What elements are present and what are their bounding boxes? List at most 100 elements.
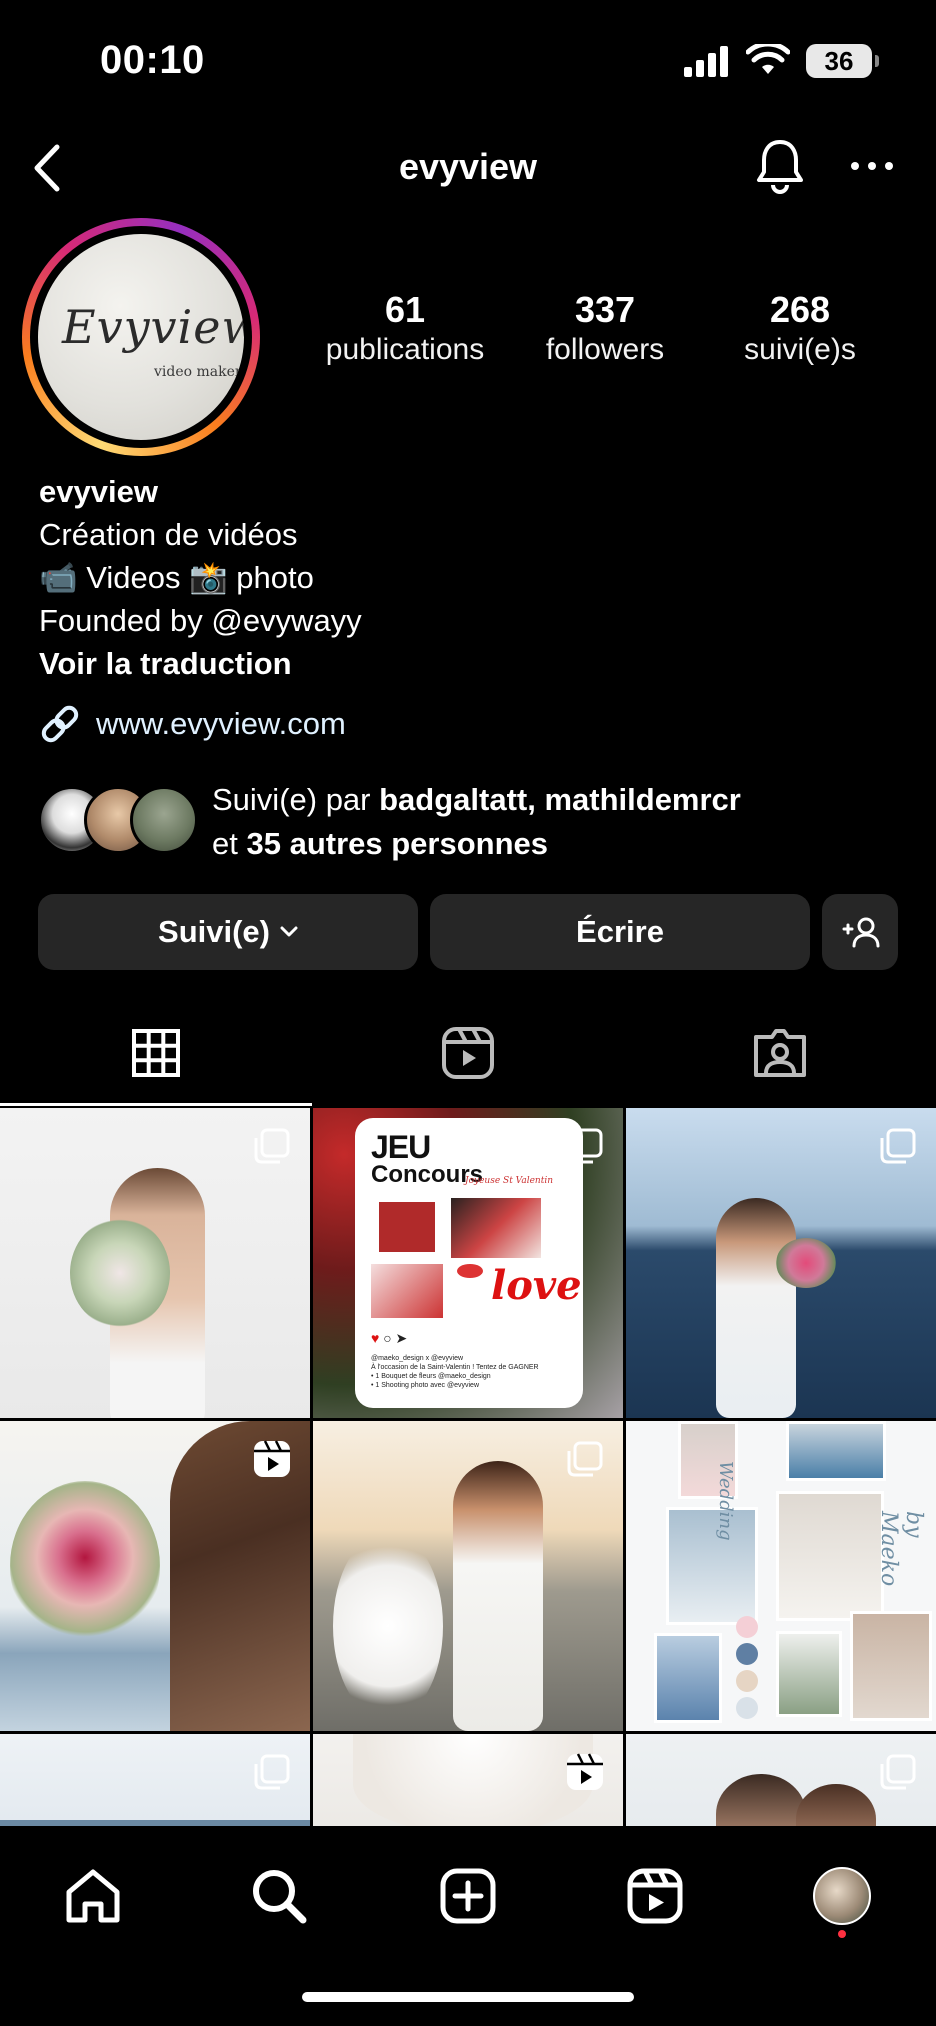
wifi-icon bbox=[746, 44, 790, 74]
following-button[interactable]: Suivi(e) bbox=[38, 894, 418, 970]
notification-dot bbox=[838, 1930, 846, 1938]
photo-subject bbox=[716, 1198, 796, 1418]
post-thumbnail[interactable]: JEU Concours love Joyeuse St Valentin ♥ … bbox=[313, 1108, 623, 1418]
moodboard-photo bbox=[654, 1633, 722, 1723]
avatar bbox=[813, 1867, 871, 1925]
nav-create[interactable] bbox=[418, 1856, 518, 1936]
carousel-icon bbox=[567, 1441, 603, 1477]
avatar-logo: Evyview video maker bbox=[38, 234, 244, 440]
photo-subject bbox=[453, 1461, 543, 1731]
profile-avatar[interactable]: Evyview video maker bbox=[22, 218, 260, 456]
contest-title: JEU bbox=[371, 1129, 431, 1165]
add-user-icon bbox=[842, 917, 880, 948]
cellular-signal-icon bbox=[684, 46, 728, 77]
message-button[interactable]: Écrire bbox=[430, 894, 810, 970]
nav-reels[interactable] bbox=[605, 1856, 705, 1936]
stat-publications[interactable]: 61 publications bbox=[300, 290, 510, 370]
reel-icon bbox=[567, 1753, 603, 1790]
bouquet bbox=[10, 1481, 160, 1651]
mutual-others: 35 autres personnes bbox=[246, 826, 549, 861]
stat-value: 268 bbox=[769, 289, 831, 330]
nav-home[interactable] bbox=[43, 1856, 143, 1936]
bell-icon bbox=[757, 140, 803, 194]
post-thumbnail[interactable] bbox=[0, 1108, 310, 1418]
home-indicator[interactable] bbox=[302, 1992, 634, 2002]
color-swatch bbox=[736, 1670, 758, 1692]
notifications-button[interactable] bbox=[750, 136, 810, 196]
logo-text: Evyview bbox=[62, 300, 244, 354]
carousel-icon bbox=[880, 1754, 916, 1790]
website-link[interactable]: www.evyview.com bbox=[38, 702, 346, 746]
stat-label: followers bbox=[545, 333, 665, 366]
color-swatch bbox=[736, 1616, 758, 1638]
stat-value: 337 bbox=[574, 289, 636, 330]
carousel-icon bbox=[880, 1128, 916, 1164]
status-time: 00:10 bbox=[100, 38, 205, 82]
more-horizontal-icon bbox=[851, 162, 893, 170]
grid-icon bbox=[132, 1029, 180, 1077]
carousel-icon bbox=[567, 1128, 603, 1164]
bouquet bbox=[70, 1218, 170, 1328]
active-tab-indicator bbox=[0, 1103, 312, 1106]
bio-name: evyview bbox=[39, 474, 158, 509]
followed-by-text: Suivi(e) par badgaltatt, mathildemrcr et… bbox=[212, 782, 741, 861]
contest-collage: love bbox=[371, 1198, 582, 1318]
contest-card: JEU Concours love Joyeuse St Valentin ♥ … bbox=[355, 1118, 583, 1408]
stat-following[interactable]: 268 suivi(e)s bbox=[700, 290, 900, 370]
moodboard-script: by Maeko bbox=[876, 1511, 926, 1587]
smoke bbox=[333, 1531, 443, 1721]
profile-bio: evyview Création de vidéos 📹 Videos 📸 ph… bbox=[39, 470, 899, 685]
status-icons: 36 bbox=[682, 44, 879, 78]
moodboard-photo bbox=[666, 1507, 758, 1625]
bio-line: 📹 Videos 📸 photo bbox=[39, 560, 314, 595]
profile-stats: 61 publications 337 followers 268 suivi(… bbox=[300, 290, 920, 370]
search-icon bbox=[253, 1870, 307, 1924]
mutual-avatars bbox=[38, 786, 198, 856]
stat-value: 61 bbox=[384, 289, 426, 330]
mutual-names: badgaltatt, mathildemrcr bbox=[379, 782, 741, 817]
followed-by[interactable]: Suivi(e) par badgaltatt, mathildemrcr et… bbox=[38, 778, 918, 868]
message-label: Écrire bbox=[576, 914, 664, 949]
post-thumbnail[interactable] bbox=[0, 1734, 310, 1828]
color-swatch bbox=[736, 1697, 758, 1719]
carousel-icon bbox=[254, 1754, 290, 1790]
post-thumbnail[interactable] bbox=[626, 1108, 936, 1418]
moodboard-photo bbox=[786, 1421, 886, 1481]
avatar bbox=[130, 786, 198, 854]
post-thumbnail[interactable] bbox=[0, 1421, 310, 1731]
battery-indicator: 36 bbox=[806, 44, 879, 78]
bio-line: Création de vidéos bbox=[39, 517, 298, 552]
see-translation-link[interactable]: Voir la traduction bbox=[39, 642, 899, 685]
moodboard-script: Wedding bbox=[715, 1461, 736, 1541]
website-url: www.evyview.com bbox=[96, 706, 346, 741]
post-thumbnail[interactable] bbox=[313, 1734, 623, 1828]
plus-square-icon bbox=[440, 1868, 496, 1924]
post-thumbnail[interactable] bbox=[313, 1421, 623, 1731]
reels-icon bbox=[627, 1868, 683, 1924]
moodboard-photo bbox=[776, 1491, 884, 1621]
link-icon bbox=[41, 705, 79, 743]
tab-tagged[interactable] bbox=[624, 1000, 936, 1106]
profile-header: evyview bbox=[0, 120, 936, 216]
bouquet bbox=[776, 1238, 836, 1288]
nav-search[interactable] bbox=[229, 1856, 329, 1936]
more-options-button[interactable] bbox=[842, 136, 902, 196]
contest-script-text: Joyeuse St Valentin bbox=[465, 1176, 554, 1186]
carousel-icon bbox=[254, 1128, 290, 1164]
stat-label: suivi(e)s bbox=[744, 333, 856, 366]
tab-posts[interactable] bbox=[0, 1000, 312, 1106]
color-swatch bbox=[736, 1643, 758, 1665]
post-thumbnail[interactable] bbox=[626, 1734, 936, 1828]
moodboard-photo bbox=[850, 1611, 932, 1721]
post-thumbnail[interactable]: Wedding by Maeko bbox=[626, 1421, 936, 1731]
tagged-user-icon bbox=[754, 1029, 806, 1077]
stat-followers[interactable]: 337 followers bbox=[510, 290, 700, 370]
moodboard-photo bbox=[776, 1631, 842, 1717]
profile-tabs bbox=[0, 1000, 936, 1106]
bio-line: Founded by @evywayy bbox=[39, 603, 362, 638]
tab-reels[interactable] bbox=[312, 1000, 624, 1106]
stat-label: publications bbox=[325, 333, 485, 366]
suggested-users-button[interactable] bbox=[822, 894, 898, 970]
nav-profile[interactable] bbox=[792, 1856, 892, 1936]
contest-action-icons: ♥ ○ ➤ bbox=[371, 1330, 408, 1346]
